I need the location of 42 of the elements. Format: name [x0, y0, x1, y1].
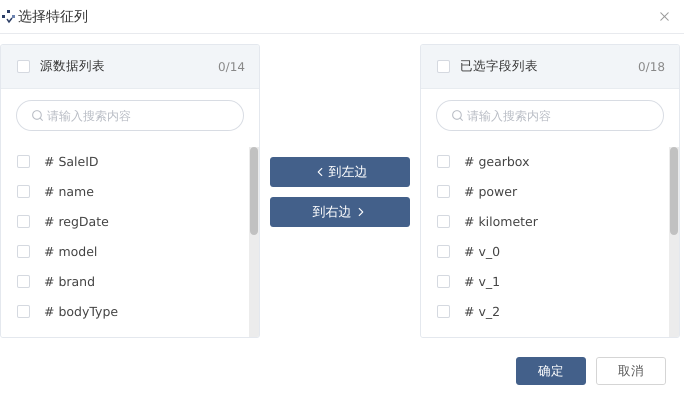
item-checkbox[interactable]	[437, 244, 450, 258]
item-checkbox[interactable]	[17, 154, 30, 168]
field-name: # power	[464, 184, 518, 198]
select-all-checkbox[interactable]	[437, 60, 450, 73]
panel-title: 源数据列表	[40, 58, 106, 75]
item-checkbox[interactable]	[437, 184, 450, 198]
dialog-title: 选择特征列	[18, 8, 89, 26]
item-checkbox[interactable]	[437, 154, 450, 168]
transfer-button[interactable]: 到右边	[270, 197, 410, 227]
field-name: # v_0	[464, 244, 500, 258]
scrollbar-thumb[interactable]	[670, 147, 678, 235]
panel-title: 已选字段列表	[460, 58, 539, 75]
item-checkbox[interactable]	[17, 214, 30, 228]
field-name: # v_1	[464, 274, 500, 288]
search-field[interactable]: 请输入搜索内容	[436, 100, 664, 131]
item-checkbox[interactable]	[17, 184, 30, 198]
item-checkbox[interactable]	[17, 274, 30, 288]
selection-count: 0/18	[638, 60, 665, 74]
item-checkbox[interactable]	[17, 244, 30, 258]
select-all-checkbox[interactable]	[17, 60, 30, 73]
search-icon	[31, 109, 44, 122]
field-name: # brand	[44, 274, 96, 288]
field-name: # gearbox	[464, 154, 530, 168]
field-name: # v_2	[464, 304, 500, 318]
scrollbar-thumb[interactable]	[250, 147, 258, 235]
item-checkbox[interactable]	[437, 214, 450, 228]
cancel-button[interactable]: 取消	[596, 357, 666, 385]
confirm-button[interactable]: 确定	[516, 357, 586, 385]
field-name: # regDate	[44, 214, 109, 228]
field-name: # kilometer	[464, 214, 538, 228]
search-field[interactable]: 请输入搜索内容	[16, 100, 244, 131]
logo-icon	[2, 10, 16, 24]
field-name: # name	[44, 184, 94, 198]
field-name: # SaleID	[44, 154, 99, 168]
item-checkbox[interactable]	[17, 304, 30, 318]
field-name: # bodyType	[44, 304, 118, 318]
transfer-button[interactable]: 到左边	[270, 157, 410, 187]
search-icon	[451, 109, 464, 122]
selection-count: 0/14	[218, 60, 245, 74]
item-checkbox[interactable]	[437, 304, 450, 318]
field-name: # model	[44, 244, 98, 258]
item-checkbox[interactable]	[437, 274, 450, 288]
